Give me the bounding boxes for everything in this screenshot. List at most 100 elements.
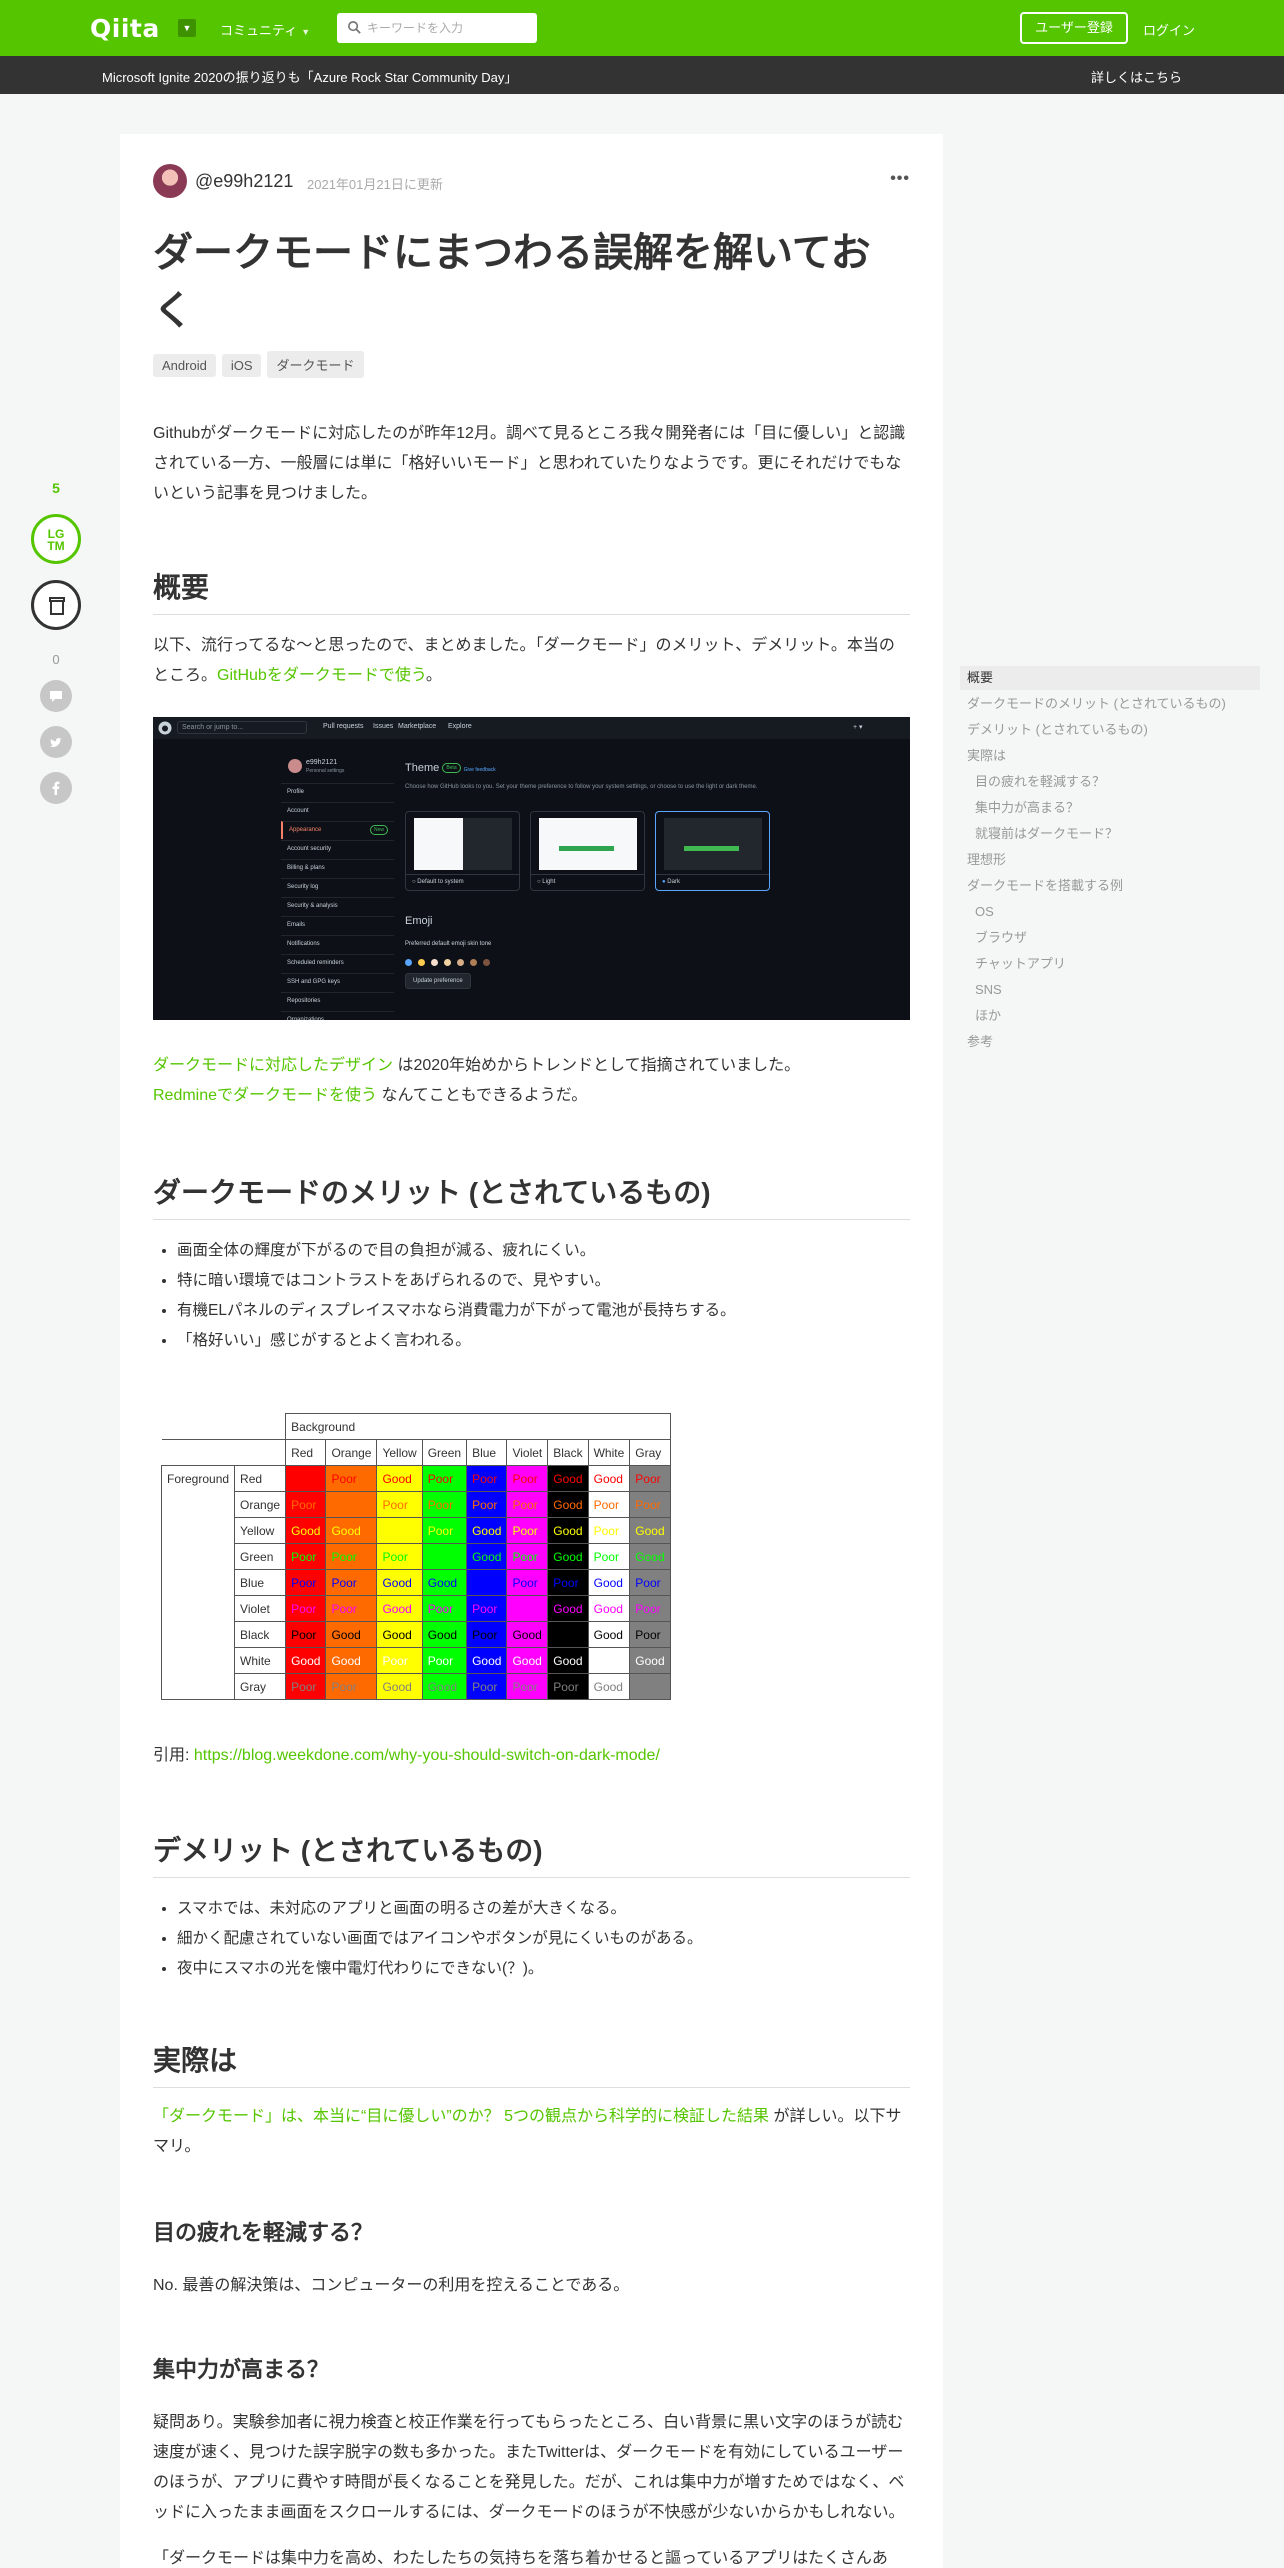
toc-item[interactable]: デメリット (とされているもの) bbox=[960, 718, 1148, 742]
gh-skin-tone bbox=[457, 959, 464, 966]
gh-theme-title: Theme Beta Give feedback bbox=[405, 762, 496, 774]
tag-darkmode[interactable]: ダークモード bbox=[267, 351, 364, 378]
redmine-text: なんてこともできるようだ。 bbox=[377, 1087, 588, 1104]
tag-ios[interactable]: iOS bbox=[221, 354, 262, 377]
community-menu[interactable]: コミュニティ ▼ bbox=[220, 20, 310, 39]
gh-preview-bar bbox=[684, 846, 739, 851]
gh-skin-tone bbox=[418, 959, 425, 966]
toc-item[interactable]: ほか bbox=[960, 1004, 1001, 1028]
gh-nav-marketplace: Marketplace bbox=[398, 723, 437, 730]
demerit-list: スマホでは、未対応のアプリと画面の明るさの差が大きくなる。 細かく配慮されていな… bbox=[177, 1894, 910, 1984]
heading-eye: 目の疲れを軽減する？ bbox=[153, 2220, 374, 2245]
gh-menu-item: Scheduled reminders bbox=[281, 954, 394, 972]
toc-item[interactable]: 就寝前はダークモード？ bbox=[960, 822, 1118, 846]
contrast-cell: Poor bbox=[587, 1491, 631, 1518]
contrast-cell: Poor bbox=[285, 1543, 327, 1570]
gh-preview-bar bbox=[559, 846, 614, 851]
tag-android[interactable]: Android bbox=[153, 354, 216, 377]
gh-emoji-title: Emoji bbox=[405, 915, 433, 927]
author-name[interactable]: @e99h2121 bbox=[195, 171, 293, 192]
toc-item[interactable]: ダークモードのメリット (とされているもの) bbox=[960, 692, 1226, 716]
more-options-icon[interactable]: ••• bbox=[890, 170, 910, 188]
weekdone-link[interactable]: https://blog.weekdone.com/why-you-should… bbox=[194, 1747, 660, 1764]
toc-item[interactable]: 目の疲れを軽減する？ bbox=[960, 770, 1105, 794]
quote-paragraph: 引用: https://blog.weekdone.com/why-you-sh… bbox=[153, 1741, 910, 1771]
toc-item[interactable]: チャットアプリ bbox=[960, 952, 1066, 976]
wired-article-link[interactable]: 「ダークモード」は、本当に“目に優しい”のか？ 5つの観点から科学的に検証した結… bbox=[153, 2108, 769, 2125]
twitter-share-button[interactable] bbox=[40, 726, 72, 758]
contrast-cell: Poor bbox=[506, 1491, 549, 1518]
contrast-cell bbox=[466, 1569, 508, 1596]
gh-menu-item: Account bbox=[281, 802, 394, 820]
search-box[interactable] bbox=[337, 13, 537, 43]
background-header: Background bbox=[285, 1413, 671, 1440]
contrast-cell: Poor bbox=[285, 1491, 327, 1518]
lgtm-button[interactable]: LG TM bbox=[31, 514, 81, 564]
stock-button[interactable] bbox=[31, 580, 81, 630]
redmine-link[interactable]: Redmineでダークモードを使う bbox=[153, 1087, 377, 1104]
contrast-cell: Good bbox=[325, 1621, 378, 1648]
table-row: Orange Poor Poor Poor Poor Poor Good Poor Poor bbox=[162, 1491, 671, 1518]
author-avatar[interactable] bbox=[153, 164, 187, 198]
contrast-cell: Poor bbox=[629, 1595, 671, 1622]
contrast-cell: Good bbox=[547, 1543, 589, 1570]
gh-nav-pulls: Pull requests bbox=[323, 723, 364, 730]
trend-text: は2020年始めからトレンドとして指摘されていました。 bbox=[393, 1057, 801, 1074]
toc-item[interactable]: ブラウザ bbox=[960, 926, 1027, 950]
table-row: Background bbox=[161, 1413, 671, 1440]
toc-item[interactable]: ダークモードを搭載する例 bbox=[960, 874, 1123, 898]
toc-item[interactable]: OS bbox=[960, 900, 994, 924]
facebook-share-button[interactable] bbox=[40, 772, 72, 804]
row-header: Black bbox=[234, 1621, 287, 1648]
toc-item[interactable]: SNS bbox=[960, 978, 1002, 1002]
qiita-logo[interactable]: Qiita bbox=[90, 14, 160, 43]
darkmode-design-link[interactable]: ダークモードに対応したデザイン bbox=[153, 1057, 393, 1074]
contrast-cell: Good bbox=[376, 1595, 423, 1622]
gh-user-avatar bbox=[288, 759, 302, 773]
toc-item[interactable]: 参考 bbox=[960, 1030, 993, 1054]
heading-focus: 集中力が高まる？ bbox=[153, 2357, 330, 2382]
gh-menu-item: Billing & plans bbox=[281, 859, 394, 877]
gh-theme-name: Default to system bbox=[417, 879, 464, 885]
announcement-more-link[interactable]: 詳しくはこちら bbox=[1091, 67, 1182, 86]
contrast-cell: Good bbox=[376, 1621, 423, 1648]
contrast-cell bbox=[376, 1517, 423, 1544]
overview-paragraph: 以下、流行ってるな～と思ったので、まとめました。「ダークモード」のメリット、デメ… bbox=[153, 631, 910, 691]
article-card: @e99h2121 2021年01月21日に更新 ••• ダークモードにまつわる… bbox=[120, 134, 943, 2568]
gh-theme-label-system: ○ Default to system bbox=[406, 874, 519, 890]
contrast-cell: Good bbox=[587, 1595, 631, 1622]
table-row: Yellow Good Good Poor Good Poor Good Poor Good bbox=[162, 1517, 671, 1544]
column-header: Gray bbox=[629, 1439, 671, 1466]
gh-menu-item: Emails bbox=[281, 916, 394, 934]
contrast-cell: Poor bbox=[547, 1569, 589, 1596]
table-row: Violet Poor Poor Good Poor Poor Good Good Poor bbox=[162, 1595, 671, 1622]
contrast-table-wrap: Background Red Orange Yellow Green Blue Violet… bbox=[160, 1413, 671, 1700]
toc-item[interactable]: 集中力が高まる？ bbox=[960, 796, 1079, 820]
contrast-cell: Poor bbox=[629, 1621, 671, 1648]
lgtm-label-2: TM bbox=[47, 539, 65, 553]
comment-button[interactable] bbox=[40, 680, 72, 712]
search-icon bbox=[348, 21, 361, 34]
row-header: Blue bbox=[234, 1569, 287, 1596]
gh-skin-tone bbox=[431, 959, 438, 966]
contrast-cell: Poor bbox=[506, 1517, 549, 1544]
announcement-message[interactable]: Microsoft Ignite 2020の振り返りも「Azure Rock S… bbox=[102, 67, 517, 86]
contrast-cell: Poor bbox=[421, 1491, 468, 1518]
gh-skin-tone bbox=[470, 959, 477, 966]
contrast-cell: Poor bbox=[421, 1647, 468, 1674]
contrast-cell: Poor bbox=[285, 1621, 327, 1648]
toc-item-active[interactable]: 概要 bbox=[960, 666, 1260, 690]
gh-radio-selected-icon: ● bbox=[662, 879, 666, 885]
contrast-cell: Poor bbox=[587, 1543, 631, 1570]
toc-item[interactable]: 理想形 bbox=[960, 848, 1006, 872]
gh-theme-card-dark: ● Dark bbox=[655, 811, 770, 891]
contrast-cell: Poor bbox=[629, 1491, 671, 1518]
search-input[interactable] bbox=[367, 17, 529, 39]
toc-item[interactable]: 実際は bbox=[960, 744, 1006, 768]
contrast-cell: Good bbox=[325, 1517, 378, 1544]
logo-menu-caret-icon[interactable]: ▼ bbox=[178, 19, 196, 37]
github-darkmode-link[interactable]: GitHubをダークモードで使う bbox=[217, 667, 426, 684]
updated-date: 2021年01月21日に更新 bbox=[307, 177, 443, 192]
login-link[interactable]: ログイン bbox=[1143, 20, 1195, 39]
signup-button[interactable]: ユーザー登録 bbox=[1020, 12, 1128, 44]
